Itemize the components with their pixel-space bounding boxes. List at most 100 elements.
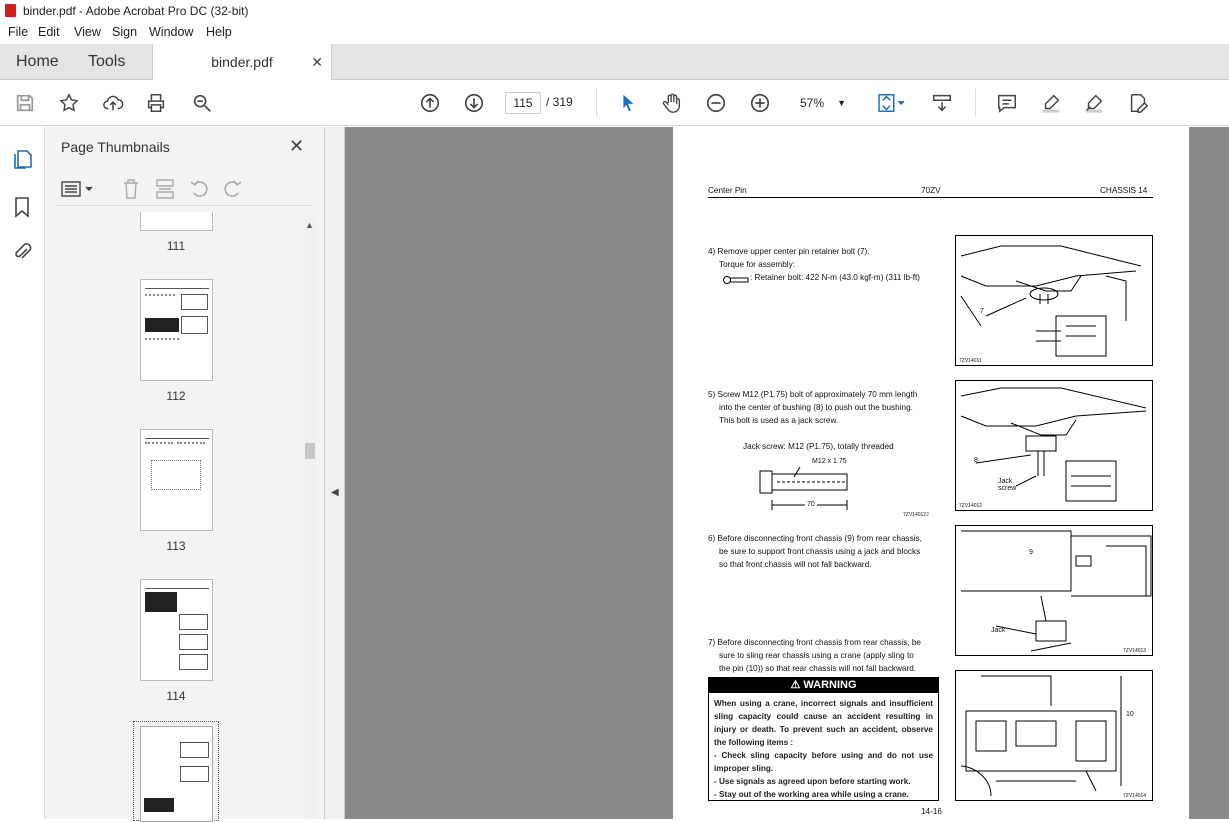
jack-label: Jack <box>991 627 1006 634</box>
figure-label: 8 <box>974 457 978 464</box>
figure-label: 10 <box>1126 711 1134 718</box>
menu-bar: File Edit View Sign Window Help <box>0 22 1229 44</box>
title-bar: binder.pdf - Adobe Acrobat Pro DC (32-bi… <box>0 0 1229 22</box>
figure-caption: 7ZV14013 <box>1123 648 1147 654</box>
step-5-line3: This bolt is used as a jack screw. <box>719 416 839 425</box>
header-right: CHASSIS 14 <box>1100 186 1148 195</box>
page-thumbnail-selected[interactable] <box>133 721 219 822</box>
chevron-down-icon: ▼ <box>837 98 846 108</box>
menu-sign[interactable]: Sign <box>112 25 137 39</box>
bookmark-star-icon[interactable] <box>56 90 82 116</box>
thumbnail-scrollbar[interactable]: ▲ <box>303 218 317 818</box>
close-panel-icon[interactable]: ✕ <box>289 136 304 157</box>
zoom-value: 57% <box>800 96 825 110</box>
page-thumbnail[interactable] <box>140 279 213 381</box>
page-thumbnail[interactable] <box>140 429 213 531</box>
torque-label: Torque for assembly: <box>719 260 795 269</box>
bolt-thread-label: M12 x 1.75 <box>812 458 847 465</box>
wrench-icon <box>722 272 750 290</box>
highlight-pen-icon[interactable] <box>1038 90 1064 116</box>
zoom-in-icon[interactable] <box>747 90 773 116</box>
zoom-select[interactable]: 57% ▼ <box>790 92 854 114</box>
hand-pan-icon[interactable] <box>659 90 685 116</box>
figure-retainer-bolt: 7 7ZV14011 <box>955 235 1153 366</box>
warning-title: WARNING <box>803 679 857 691</box>
delete-page-icon[interactable] <box>121 178 141 205</box>
thumbnail-tools <box>55 174 313 206</box>
thumbnail-label: 114 <box>166 689 186 703</box>
warning-header: ⚠ WARNING <box>709 678 938 693</box>
close-tab-icon[interactable]: ✕ <box>311 44 323 80</box>
scroll-mode-icon[interactable] <box>929 90 955 116</box>
step-4: 4) Remove upper center pin retainer bolt… <box>708 247 870 256</box>
scroll-up-icon[interactable]: ▲ <box>305 220 314 230</box>
comment-icon[interactable] <box>994 90 1020 116</box>
figure-caption: 7ZV14012J <box>903 512 929 518</box>
page-view-icon[interactable] <box>873 90 909 116</box>
retainer-torque: : Retainer bolt: 422 N-m (43.0 kgf-m) (3… <box>750 273 921 282</box>
menu-view[interactable]: View <box>74 25 101 39</box>
edit-pdf-icon[interactable] <box>1125 90 1151 116</box>
previous-page-icon[interactable] <box>417 90 443 116</box>
figure-bushing: 8 Jack screw 7ZV14012 <box>955 380 1153 511</box>
warning-item: - Use signals as agreed upon before star… <box>714 777 911 786</box>
tab-tools[interactable]: Tools <box>88 44 125 80</box>
figure-label: 7 <box>980 308 984 315</box>
next-page-icon[interactable] <box>461 90 487 116</box>
page-thumbnail[interactable] <box>140 212 213 231</box>
warning-body: When using a crane, incorrect signals an… <box>709 693 938 805</box>
collapse-arrow-icon[interactable]: ◀ <box>331 487 339 498</box>
toolbar <box>0 80 1229 126</box>
step-7-line1: 7) Before disconnecting front chassis fr… <box>708 638 921 647</box>
thumbnail-options-icon[interactable] <box>61 180 97 203</box>
select-cursor-icon[interactable] <box>615 90 641 116</box>
insert-page-icon[interactable] <box>155 178 175 205</box>
thumbnail-label: 113 <box>166 539 186 553</box>
rotate-left-icon[interactable] <box>189 178 211 205</box>
thumbnail-label: 112 <box>166 389 186 403</box>
header-rule <box>708 197 1153 198</box>
screw-label: screw <box>998 485 1017 492</box>
draw-sign-icon[interactable] <box>1081 90 1107 116</box>
zoom-search-icon[interactable] <box>189 90 215 116</box>
menu-help[interactable]: Help <box>206 25 232 39</box>
jack-label: Jack <box>998 478 1013 485</box>
figure-front-chassis: 9 Jack 7ZV14013 <box>955 525 1153 656</box>
tab-document[interactable]: binder.pdf ✕ <box>152 44 332 81</box>
step-6-line1: 6) Before disconnecting front chassis (9… <box>708 534 922 543</box>
step-5-line2: into the center of bushing (8) to push o… <box>719 403 913 412</box>
header-center: 70ZV <box>921 186 941 195</box>
figure-caption: 7ZV14014 <box>1123 793 1147 799</box>
page-number-input[interactable]: 115 <box>505 92 541 114</box>
left-rail <box>0 127 45 819</box>
menu-edit[interactable]: Edit <box>38 25 60 39</box>
menu-file[interactable]: File <box>8 25 28 39</box>
tab-bar: Home Tools binder.pdf ✕ <box>0 44 1229 81</box>
warning-box: ⚠ WARNING When using a crane, incorrect … <box>708 677 939 801</box>
zoom-out-icon[interactable] <box>703 90 729 116</box>
page-thumbnails-icon[interactable] <box>10 147 34 176</box>
figure-caption: 7ZV14012 <box>959 503 983 509</box>
attachments-icon[interactable] <box>11 240 33 269</box>
jack-screw-title: Jack screw: M12 (P1.75), totally threade… <box>743 442 894 451</box>
print-icon[interactable] <box>143 90 169 116</box>
warning-triangle-icon: ⚠ <box>790 679 804 691</box>
panel-collapse-bar[interactable]: ◀ <box>325 127 345 819</box>
save-icon[interactable] <box>12 90 38 116</box>
rotate-right-icon[interactable] <box>221 178 243 205</box>
bookmarks-icon[interactable] <box>11 195 33 224</box>
page-thumbnail[interactable] <box>140 579 213 681</box>
scrollbar-thumb[interactable] <box>305 443 315 459</box>
page-number: 14-16 <box>921 807 942 816</box>
step-7-line3: the pin (10)) so that rear chassis will … <box>719 664 917 673</box>
step-5-line1: 5) Screw M12 (P1.75) bolt of approximate… <box>708 390 918 399</box>
warning-item: - Stay out of the working area while usi… <box>714 790 909 799</box>
toolbar-divider <box>975 89 976 117</box>
upload-cloud-icon[interactable] <box>100 90 126 116</box>
figure-rear-chassis-sling: 10 7ZV14014 <box>955 670 1153 801</box>
tab-home[interactable]: Home <box>16 44 59 80</box>
panel-title: Page Thumbnails <box>61 139 170 155</box>
page-total: / 319 <box>546 95 573 109</box>
figure-label: 9 <box>1029 549 1033 556</box>
menu-window[interactable]: Window <box>149 25 193 39</box>
